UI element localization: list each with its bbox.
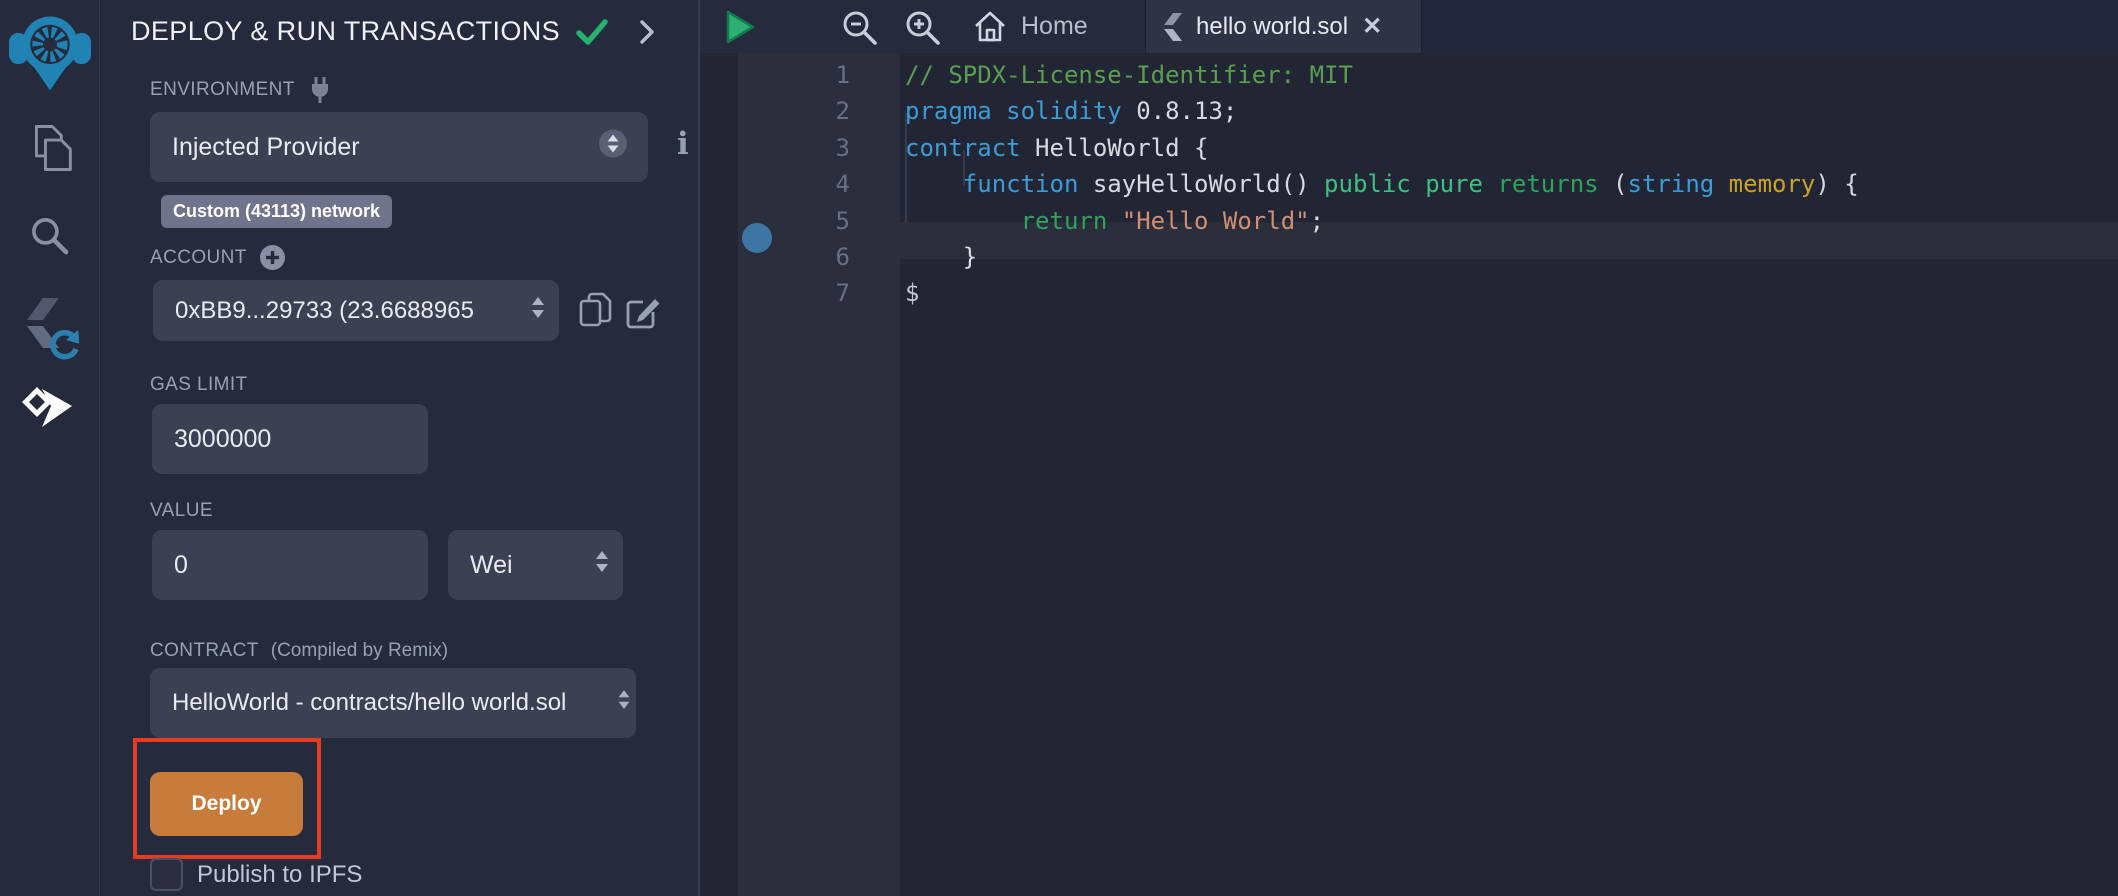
- contract-select[interactable]: HelloWorld - contracts/hello world.sol: [150, 668, 636, 738]
- line-numbers: 1234567: [738, 57, 850, 312]
- close-tab-icon[interactable]: ✕: [1362, 12, 1382, 41]
- account-select[interactable]: 0xBB9...29733 (23.6688965: [153, 280, 559, 341]
- editor-area: 1234567 // SPDX-License-Identifier: MITp…: [700, 0, 2118, 896]
- contract-caret-icon: [616, 687, 632, 719]
- compiled-check-icon: [576, 18, 608, 46]
- environment-info-icon[interactable]: i: [677, 126, 689, 162]
- network-badge: Custom (43113) network: [161, 195, 392, 228]
- plug-icon: [307, 76, 333, 104]
- remix-logo-icon[interactable]: [0, 8, 100, 94]
- account-label-row: ACCOUNT: [150, 244, 286, 271]
- gas-limit-value: 3000000: [152, 425, 271, 454]
- account-label: ACCOUNT: [150, 247, 247, 269]
- environment-label-row: ENVIRONMENT: [150, 76, 333, 104]
- edit-account-icon[interactable]: [623, 292, 663, 337]
- value-input[interactable]: 0: [152, 530, 428, 600]
- remix-ide-screen: DEPLOY & RUN TRANSACTIONS ENVIRONMENT In…: [0, 0, 2118, 896]
- panel-expand-chevron-icon[interactable]: [638, 18, 656, 46]
- remix-logo-glyph: [9, 8, 91, 94]
- environment-label: ENVIRONMENT: [150, 79, 295, 101]
- publish-to-ipfs-label: Publish to IPFS: [197, 861, 362, 889]
- copy-account-icon[interactable]: [577, 290, 617, 337]
- gas-limit-label: GAS LIMIT: [150, 374, 248, 396]
- deploy-and-run-icon[interactable]: [0, 385, 100, 435]
- code-content[interactable]: // SPDX-License-Identifier: MITpragma so…: [905, 57, 2118, 312]
- publish-to-ipfs-checkbox[interactable]: [150, 858, 183, 891]
- contract-label-row: CONTRACT (Compiled by Remix): [150, 640, 448, 662]
- contract-value: HelloWorld - contracts/hello world.sol: [150, 689, 568, 717]
- environment-caret-icon[interactable]: [598, 129, 628, 166]
- value-unit-select[interactable]: Wei: [448, 530, 623, 600]
- solidity-compiler-icon[interactable]: [0, 296, 100, 362]
- file-tab-label: hello world.sol: [1196, 13, 1348, 41]
- value-amount: 0: [152, 551, 188, 580]
- editor-topbar: Home hello world.sol ✕: [700, 0, 2118, 53]
- environment-value: Injected Provider: [150, 133, 360, 162]
- value-unit-caret-icon: [593, 548, 611, 582]
- tabstrip-empty: [1422, 0, 2118, 53]
- run-script-play-icon[interactable]: [724, 9, 756, 50]
- gas-limit-input[interactable]: 3000000: [152, 404, 428, 474]
- home-tab-label: Home: [1021, 12, 1088, 41]
- home-icon: [972, 9, 1008, 45]
- panel-title: DEPLOY & RUN TRANSACTIONS: [131, 16, 560, 47]
- publish-row: Publish to IPFS: [150, 858, 362, 891]
- value-unit: Wei: [448, 551, 513, 580]
- deploy-run-panel: DEPLOY & RUN TRANSACTIONS ENVIRONMENT In…: [101, 0, 700, 896]
- contract-label: CONTRACT: [150, 640, 259, 662]
- value-label: VALUE: [150, 500, 213, 522]
- account-value: 0xBB9...29733 (23.6688965: [153, 297, 474, 325]
- solidity-file-icon: [1162, 12, 1184, 42]
- environment-select[interactable]: Injected Provider: [150, 112, 648, 182]
- panel-title-row: DEPLOY & RUN TRANSACTIONS: [131, 16, 656, 47]
- value-label-text: VALUE: [150, 500, 213, 522]
- contract-sublabel: (Compiled by Remix): [271, 640, 448, 662]
- tab-hello-world-sol[interactable]: hello world.sol ✕: [1145, 0, 1422, 53]
- zoom-out-icon[interactable]: [841, 9, 879, 52]
- gas-limit-label-text: GAS LIMIT: [150, 374, 248, 396]
- tab-home[interactable]: Home: [962, 0, 1098, 53]
- zoom-in-icon[interactable]: [904, 9, 942, 52]
- deploy-button[interactable]: Deploy: [150, 772, 303, 836]
- search-icon[interactable]: [0, 213, 100, 259]
- file-explorer-icon[interactable]: [0, 122, 100, 174]
- activity-bar: [0, 0, 100, 896]
- account-caret-icon: [529, 294, 547, 328]
- add-account-icon[interactable]: [259, 244, 286, 271]
